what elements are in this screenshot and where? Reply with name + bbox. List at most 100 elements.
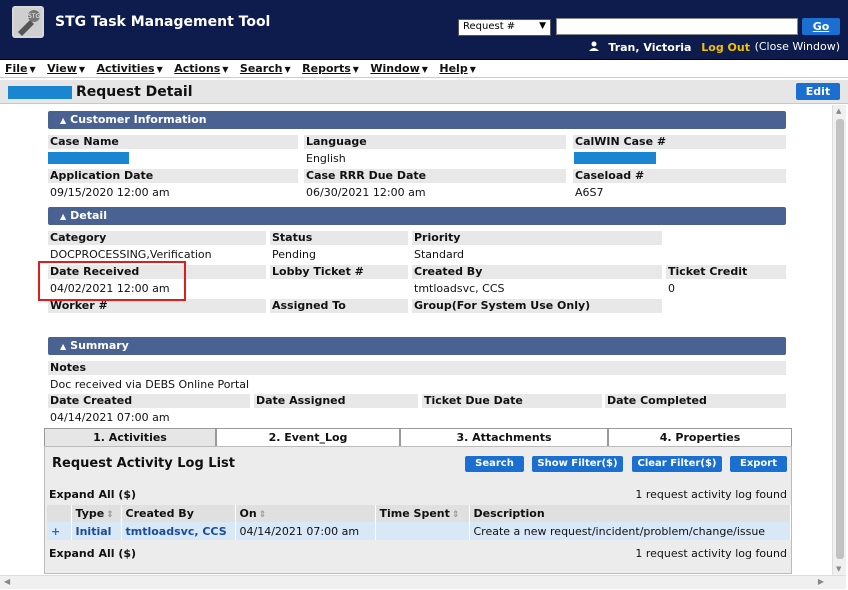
menu-activities[interactable]: Activities ▼ xyxy=(97,60,163,79)
triangle-down-icon: ▼ xyxy=(78,65,86,74)
priority-label: Priority xyxy=(412,231,662,245)
customer-info-header[interactable]: ▲ Customer Information xyxy=(48,111,786,129)
scroll-up-icon[interactable]: ▲ xyxy=(836,107,841,115)
expand-all-link[interactable]: Expand All ($) xyxy=(49,545,136,563)
triangle-down-icon: ▼ xyxy=(469,65,476,74)
request-detail-content: ▲ Customer Information Case Name Language… xyxy=(0,105,832,575)
app-title: STG Task Management Tool xyxy=(55,14,271,30)
created-by-value: tmtloadsvc, CCS xyxy=(414,282,505,295)
caseload-label: Caseload # xyxy=(573,169,786,183)
date-completed-label: Date Completed xyxy=(605,394,786,408)
created-by-label: Created By xyxy=(412,265,662,279)
scrollbar-thumb[interactable] xyxy=(836,119,844,559)
page-title-bar: Request Detail Edit xyxy=(0,80,848,104)
table-row[interactable]: + Initial tmtloadsvc, CCS 04/14/2021 07:… xyxy=(47,522,791,540)
column-header-created-by[interactable]: Created By xyxy=(121,505,236,522)
triangle-down-icon: ▼ xyxy=(284,65,291,74)
menu-help[interactable]: Help ▼ xyxy=(439,60,475,79)
tab-activities[interactable]: 1. Activities xyxy=(44,428,216,446)
clear-filter-button[interactable]: Clear Filter($) xyxy=(632,456,722,472)
application-date-label: Application Date xyxy=(48,169,298,183)
notes-value: Doc received via DEBS Online Portal xyxy=(50,378,250,391)
search-type-value: Request # xyxy=(463,21,516,32)
horizontal-scrollbar[interactable]: ◀ ▶ xyxy=(0,575,846,589)
calwin-case-label: CalWIN Case # xyxy=(573,135,786,149)
cell-time-spent xyxy=(375,522,470,540)
rrr-due-date-label: Case RRR Due Date xyxy=(304,169,566,183)
lobby-ticket-label: Lobby Ticket # xyxy=(270,265,408,279)
tab-event-log[interactable]: 2. Event_Log xyxy=(216,428,400,446)
result-count: 1 request activity log found xyxy=(635,488,787,501)
column-header-type[interactable]: Type ⇕ xyxy=(71,505,122,522)
column-header-time-spent[interactable]: Time Spent ⇕ xyxy=(375,505,470,522)
triangle-down-icon: ▼ xyxy=(156,65,163,74)
status-label: Status xyxy=(270,231,408,245)
search-input[interactable] xyxy=(556,18,798,35)
priority-value: Standard xyxy=(414,248,465,261)
scroll-down-icon[interactable]: ▼ xyxy=(836,565,841,573)
worker-label: Worker # xyxy=(48,299,266,313)
rrr-due-date-value: 06/30/2021 12:00 am xyxy=(306,186,426,199)
ticket-credit-value: 0 xyxy=(668,282,675,295)
expand-all-link[interactable]: Expand All ($) xyxy=(49,486,136,504)
user-icon xyxy=(588,41,599,51)
status-value: Pending xyxy=(272,248,316,261)
tab-properties[interactable]: 4. Properties xyxy=(608,428,792,446)
table-header-row: Type ⇕ Created By On ⇕ Time Spent ⇕ Descrip… xyxy=(47,505,791,522)
cell-created-by: tmtloadsvc, CCS xyxy=(121,522,236,540)
summary-header[interactable]: ▲ Summary xyxy=(48,337,786,355)
ticket-credit-label: Ticket Credit xyxy=(666,265,786,279)
menu-actions[interactable]: Actions ▼ xyxy=(174,60,228,79)
column-header-description[interactable]: Description xyxy=(469,505,791,522)
cell-description: Create a new request/incident/problem/ch… xyxy=(469,522,791,540)
redacted-calwin-case xyxy=(574,152,656,164)
edit-button[interactable]: Edit xyxy=(796,83,840,100)
export-button[interactable]: Export xyxy=(730,456,787,472)
page-title: Request Detail xyxy=(76,84,193,100)
show-filter-button[interactable]: Show Filter($) xyxy=(532,456,623,472)
category-value: DOCPROCESSING,Verification xyxy=(50,248,212,261)
cell-type: Initial xyxy=(71,522,122,540)
column-header-on[interactable]: On ⇕ xyxy=(235,505,376,522)
search-type-select[interactable]: Request # ▼ xyxy=(458,19,551,36)
category-label: Category xyxy=(48,231,266,245)
logout-link[interactable]: Log Out xyxy=(701,41,750,54)
collapse-arrow-icon: ▲ xyxy=(60,116,67,125)
vertical-scrollbar[interactable]: ▲ ▼ xyxy=(832,105,846,575)
sort-icon: ⇕ xyxy=(451,510,460,520)
scroll-left-icon[interactable]: ◀ xyxy=(4,577,10,586)
close-window-link[interactable]: (Close Window) xyxy=(755,40,840,53)
case-name-label: Case Name xyxy=(48,135,298,149)
assigned-to-label: Assigned To xyxy=(270,299,408,313)
scroll-right-icon[interactable]: ▶ xyxy=(818,577,824,586)
search-button[interactable]: Search xyxy=(465,456,524,472)
cell-on: 04/14/2021 07:00 am xyxy=(235,522,376,540)
triangle-down-icon: ▼ xyxy=(352,65,359,74)
menu-file[interactable]: File ▼ xyxy=(5,60,36,79)
menu-bar: File ▼ View ▼ Activities ▼ Actions ▼ Search ▼… xyxy=(0,60,848,78)
menu-reports[interactable]: Reports ▼ xyxy=(302,60,359,79)
date-received-highlight xyxy=(38,261,186,301)
activity-log-title: Request Activity Log List xyxy=(52,456,236,471)
activity-log-table: Type ⇕ Created By On ⇕ Time Spent ⇕ Descrip… xyxy=(47,505,791,540)
expand-row-plus-icon[interactable]: + xyxy=(47,522,72,540)
collapse-arrow-icon: ▲ xyxy=(60,342,67,351)
group-label: Group(For System Use Only) xyxy=(412,299,662,313)
date-created-label: Date Created xyxy=(48,394,250,408)
sort-icon: ⇕ xyxy=(258,510,267,520)
detail-header[interactable]: ▲ Detail xyxy=(48,207,786,225)
menu-search[interactable]: Search ▼ xyxy=(240,60,291,79)
triangle-down-icon: ▼ xyxy=(222,65,229,74)
notes-label: Notes xyxy=(48,361,786,375)
menu-window[interactable]: Window ▼ xyxy=(370,60,427,79)
triangle-down-icon: ▼ xyxy=(421,65,428,74)
go-button[interactable]: Go xyxy=(802,18,840,35)
application-date-value: 09/15/2020 12:00 am xyxy=(50,186,170,199)
app-header: STG STG Task Management Tool Request # ▼… xyxy=(0,0,848,60)
tab-attachments[interactable]: 3. Attachments xyxy=(400,428,608,446)
expand-row-bottom: Expand All ($) 1 request activity log fo… xyxy=(45,545,791,563)
caseload-value: A6S7 xyxy=(575,186,604,199)
app-logo-icon: STG xyxy=(12,6,44,38)
menu-view[interactable]: View ▼ xyxy=(47,60,85,79)
user-name: Tran, Victoria xyxy=(608,41,692,54)
